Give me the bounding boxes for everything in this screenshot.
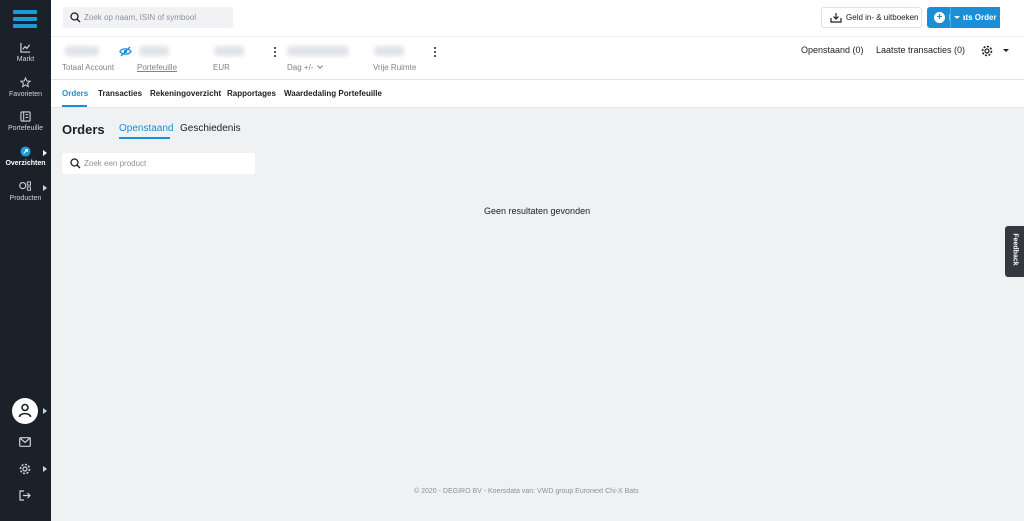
sidebar-item-producten[interactable]: Producten	[0, 181, 51, 202]
empty-state-message: Geen resultaten gevonden	[484, 206, 591, 216]
currency-label: EUR	[213, 63, 230, 72]
hidden-value	[287, 46, 349, 56]
expand-arrow-icon	[43, 185, 47, 191]
hidden-value	[139, 46, 169, 56]
active-tab-indicator	[62, 105, 87, 107]
mail-icon[interactable]	[19, 437, 31, 447]
money-transfer-button[interactable]: Geld in- & uitboeken	[821, 7, 922, 28]
sidebar: Markt Favorieten Portefeuille Overzichte…	[0, 0, 51, 521]
recent-transactions-link[interactable]: Laatste transacties (0)	[876, 45, 965, 55]
chart-line-icon	[20, 42, 31, 53]
section-tabs: Orders Transacties Rekeningoverzicht Rap…	[51, 80, 1024, 108]
place-order-button[interactable]: + Plaats Order	[927, 7, 1000, 28]
tab-rekeningoverzicht[interactable]: Rekeningoverzicht	[150, 89, 221, 98]
more-options-icon[interactable]	[434, 47, 437, 59]
page-title: Orders	[62, 122, 105, 137]
product-search-input[interactable]	[84, 155, 244, 172]
sidebar-item-favorieten[interactable]: Favorieten	[0, 77, 51, 98]
expand-arrow-icon	[43, 150, 47, 156]
expand-arrow-icon	[43, 408, 47, 414]
search-input[interactable]	[84, 9, 229, 26]
logout-icon[interactable]	[19, 490, 31, 501]
day-change-selector[interactable]: Dag +/-	[287, 63, 324, 72]
hidden-value	[214, 46, 244, 56]
sidebar-item-label: Overzichten	[5, 160, 46, 167]
footer-copyright: © 2020 - DEGIRO BV - Koersdata van: VWD …	[414, 488, 639, 495]
active-subtab-indicator	[119, 137, 170, 139]
gear-icon[interactable]	[19, 463, 31, 475]
money-transfer-label: Geld in- & uitboeken	[846, 13, 919, 22]
transfer-icon	[830, 13, 842, 23]
sidebar-item-label: Markt	[16, 56, 35, 63]
plus-icon: +	[934, 12, 945, 23]
products-icon	[19, 181, 31, 191]
more-options-icon[interactable]	[274, 47, 277, 59]
order-dropdown-button[interactable]	[950, 7, 963, 28]
chevron-down-icon[interactable]	[1003, 49, 1009, 52]
pending-orders-link[interactable]: Openstaand (0)	[801, 45, 864, 55]
hidden-value	[65, 46, 99, 56]
portfolio-icon	[20, 111, 31, 122]
sidebar-item-label: Portefeuille	[7, 125, 44, 132]
chevron-down-icon	[317, 63, 324, 69]
gear-icon[interactable]	[981, 45, 993, 57]
feedback-label: Feedback	[1011, 233, 1019, 266]
tab-rapportages[interactable]: Rapportages	[227, 89, 276, 98]
portfolio-link[interactable]: Portefeuille	[137, 63, 177, 72]
degiro-logo[interactable]	[13, 10, 37, 31]
sidebar-item-overzichten[interactable]: Overzichten	[0, 146, 51, 167]
avatar[interactable]	[12, 398, 38, 424]
sidebar-item-portefeuille[interactable]: Portefeuille	[0, 111, 51, 132]
sidebar-item-label: Favorieten	[8, 91, 43, 98]
tab-waardedaling[interactable]: Waardedaling Portefeuille	[284, 89, 382, 98]
star-icon	[20, 77, 31, 88]
expand-arrow-icon	[43, 466, 47, 472]
overview-icon	[20, 146, 31, 157]
account-summary-bar: Totaal Account Portefeuille EUR Dag +/- …	[51, 36, 1024, 80]
tab-orders[interactable]: Orders	[62, 89, 88, 98]
feedback-button[interactable]: Feedback	[1005, 226, 1024, 277]
subtab-geschiedenis[interactable]: Geschiedenis	[180, 123, 241, 134]
total-account-label: Totaal Account	[62, 63, 115, 72]
free-space-label: Vrije Ruimte	[373, 63, 417, 72]
tab-transacties[interactable]: Transacties	[98, 89, 142, 98]
subtab-openstaand[interactable]: Openstaand	[119, 123, 174, 134]
day-change-label: Dag +/-	[287, 63, 314, 72]
search-icon	[70, 158, 81, 169]
hidden-value	[374, 46, 404, 56]
product-search[interactable]	[62, 153, 255, 174]
search-icon	[70, 12, 81, 23]
sidebar-item-label: Producten	[9, 195, 42, 202]
user-icon	[18, 403, 32, 418]
sidebar-item-markt[interactable]: Markt	[0, 42, 51, 63]
hide-values-icon[interactable]	[119, 46, 132, 57]
top-bar: Geld in- & uitboeken + Plaats Order	[51, 0, 1024, 36]
global-search[interactable]	[63, 7, 233, 28]
